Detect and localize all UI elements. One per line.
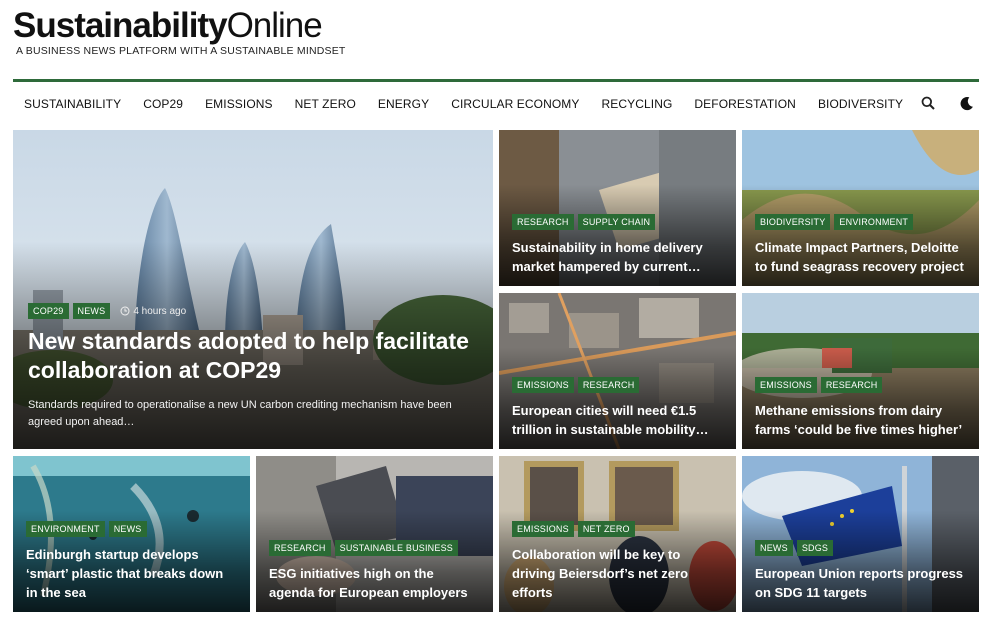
card-title[interactable]: Climate Impact Partners, Deloitte to fun… xyxy=(755,238,967,276)
tag-net-zero[interactable]: NET ZERO xyxy=(577,521,635,537)
card-content: EMISSIONS NET ZERO Collaboration will be… xyxy=(512,521,724,602)
card-content: RESEARCH SUPPLY CHAIN Sustainability in … xyxy=(512,214,724,276)
tag-supply-chain[interactable]: SUPPLY CHAIN xyxy=(577,214,656,230)
card-title[interactable]: Sustainability in home delivery market h… xyxy=(512,238,724,276)
nav-item-biodiversity[interactable]: BIODIVERSITY xyxy=(818,97,903,111)
tag-emissions[interactable]: EMISSIONS xyxy=(755,377,817,393)
card-title[interactable]: ESG initiatives high on the agenda for E… xyxy=(269,564,481,602)
card-tags: EMISSIONS NET ZERO xyxy=(512,521,724,537)
site-logo[interactable]: SustainabilityOnline A BUSINESS NEWS PLA… xyxy=(13,6,346,58)
hero-tags: COP29 NEWS 4 hours ago xyxy=(28,303,475,319)
card-tags: RESEARCH SUPPLY CHAIN xyxy=(512,214,724,230)
article-card[interactable]: BIODIVERSITY ENVIRONMENT Climate Impact … xyxy=(742,130,979,286)
card-tags: ENVIRONMENT NEWS xyxy=(26,521,238,537)
tag-news[interactable]: NEWS xyxy=(755,540,793,556)
hero-excerpt: Standards required to operationalise a n… xyxy=(28,399,452,428)
card-title[interactable]: European Union reports progress on SDG 1… xyxy=(755,564,967,602)
tag-research[interactable]: RESEARCH xyxy=(512,214,574,230)
card-title[interactable]: Edinburgh startup develops ‘smart’ plast… xyxy=(26,545,238,602)
card-content: RESEARCH SUSTAINABLE BUSINESS ESG initia… xyxy=(269,540,481,602)
tag-emissions[interactable]: EMISSIONS xyxy=(512,521,574,537)
article-card[interactable]: EMISSIONS RESEARCH European cities will … xyxy=(499,293,736,449)
moon-icon[interactable] xyxy=(957,94,975,112)
tag-news[interactable]: NEWS xyxy=(108,521,147,537)
hero-time: 4 hours ago xyxy=(120,306,186,317)
card-content: NEWS SDGS European Union reports progres… xyxy=(755,540,967,602)
nav-item-net-zero[interactable]: NET ZERO xyxy=(295,97,356,111)
article-card[interactable]: EMISSIONS NET ZERO Collaboration will be… xyxy=(499,456,736,612)
nav-item-energy[interactable]: ENERGY xyxy=(378,97,429,111)
article-card[interactable]: RESEARCH SUSTAINABLE BUSINESS ESG initia… xyxy=(256,456,493,612)
tag-biodiversity[interactable]: BIODIVERSITY xyxy=(755,214,831,230)
card-content: EMISSIONS RESEARCH European cities will … xyxy=(512,377,724,439)
tag-cop29[interactable]: COP29 xyxy=(28,303,69,319)
tag-research[interactable]: RESEARCH xyxy=(820,377,883,393)
nav-item-deforestation[interactable]: DEFORESTATION xyxy=(694,97,796,111)
nav-item-circular-economy[interactable]: CIRCULAR ECONOMY xyxy=(451,97,579,111)
tag-sdgs[interactable]: SDGS xyxy=(796,540,834,556)
card-title[interactable]: European cities will need €1.5 trillion … xyxy=(512,401,724,439)
tag-sustainable-business[interactable]: SUSTAINABLE BUSINESS xyxy=(334,540,458,556)
hero-article-card[interactable]: COP29 NEWS 4 hours ago New standards ado… xyxy=(13,130,493,449)
card-tags: EMISSIONS RESEARCH xyxy=(755,377,967,393)
clock-icon xyxy=(120,306,130,316)
tag-emissions[interactable]: EMISSIONS xyxy=(512,377,574,393)
hero-title[interactable]: New standards adopted to help facilitate… xyxy=(28,327,475,385)
hero-time-text: 4 hours ago xyxy=(133,305,187,317)
nav-item-sustainability[interactable]: SUSTAINABILITY xyxy=(24,97,121,111)
card-title[interactable]: Collaboration will be key to driving Bei… xyxy=(512,545,724,602)
card-content: EMISSIONS RESEARCH Methane emissions fro… xyxy=(755,377,967,439)
nav-item-cop29[interactable]: COP29 xyxy=(143,97,183,111)
tag-environment[interactable]: ENVIRONMENT xyxy=(834,214,914,230)
logo-tagline: A BUSINESS NEWS PLATFORM WITH A SUSTAINA… xyxy=(16,45,346,57)
tag-research[interactable]: RESEARCH xyxy=(269,540,331,556)
card-content: BIODIVERSITY ENVIRONMENT Climate Impact … xyxy=(755,214,967,276)
tag-research[interactable]: RESEARCH xyxy=(577,377,640,393)
tag-environment[interactable]: ENVIRONMENT xyxy=(26,521,105,537)
nav-item-recycling[interactable]: RECYCLING xyxy=(601,97,672,111)
card-content: ENVIRONMENT NEWS Edinburgh startup devel… xyxy=(26,521,238,602)
article-card[interactable]: NEWS SDGS European Union reports progres… xyxy=(742,456,979,612)
card-tags: RESEARCH SUSTAINABLE BUSINESS xyxy=(269,540,481,556)
card-tags: NEWS SDGS xyxy=(755,540,967,556)
main-nav: SUSTAINABILITY COP29 EMISSIONS NET ZERO … xyxy=(13,82,979,126)
card-tags: BIODIVERSITY ENVIRONMENT xyxy=(755,214,967,230)
card-title[interactable]: Methane emissions from dairy farms ‘coul… xyxy=(755,401,967,439)
article-card[interactable]: EMISSIONS RESEARCH Methane emissions fro… xyxy=(742,293,979,449)
nav-item-emissions[interactable]: EMISSIONS xyxy=(205,97,273,111)
search-icon[interactable] xyxy=(919,94,937,112)
logo-title: SustainabilityOnline xyxy=(13,6,323,45)
article-card[interactable]: RESEARCH SUPPLY CHAIN Sustainability in … xyxy=(499,130,736,286)
tag-news[interactable]: NEWS xyxy=(72,303,111,319)
hero-content: COP29 NEWS 4 hours ago New standards ado… xyxy=(28,303,475,431)
article-card[interactable]: ENVIRONMENT NEWS Edinburgh startup devel… xyxy=(13,456,250,612)
card-tags: EMISSIONS RESEARCH xyxy=(512,377,724,393)
